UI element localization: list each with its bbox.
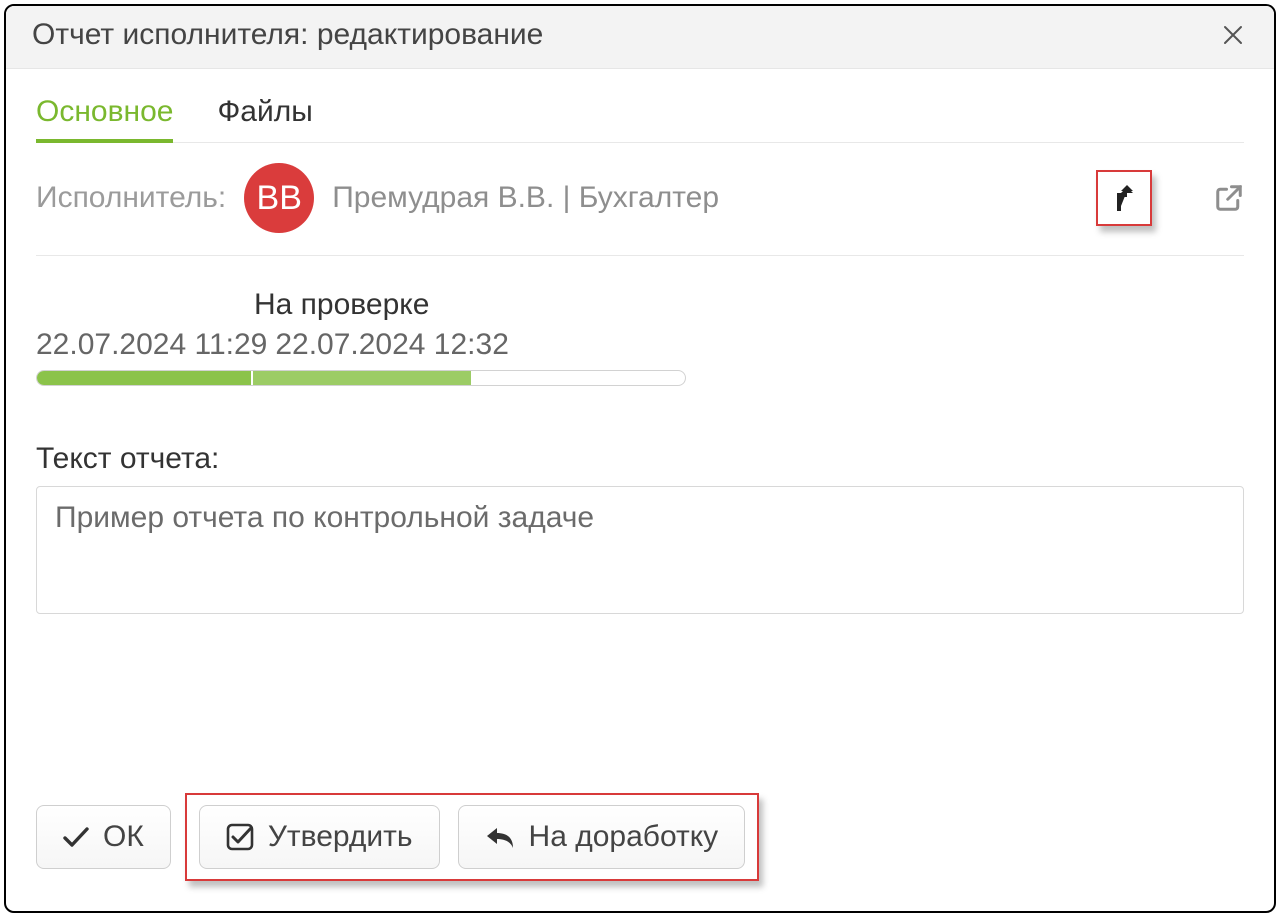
avatar: ВВ	[244, 163, 314, 233]
ok-button-label: ОК	[103, 820, 144, 854]
modal-dialog: Отчет исполнителя: редактирование Основн…	[4, 4, 1276, 913]
tabs: Основное Файлы	[36, 89, 1244, 143]
modal-body: Основное Файлы Исполнитель: ВВ Премудрая…	[6, 69, 1274, 773]
approve-button-label: Утвердить	[268, 820, 413, 854]
tab-main[interactable]: Основное	[36, 89, 173, 143]
tab-files[interactable]: Файлы	[217, 89, 312, 142]
executor-name: Премудрая В.В. | Бухгалтер	[332, 181, 719, 215]
decision-button-group: Утвердить На доработку	[185, 793, 759, 881]
escalate-button[interactable]	[1096, 170, 1152, 226]
report-label: Текст отчета:	[36, 442, 1244, 476]
close-icon	[1222, 24, 1244, 46]
revise-button[interactable]: На доработку	[458, 805, 746, 869]
external-link-icon	[1214, 183, 1244, 213]
status-dates: 22.07.2024 11:29 22.07.2024 12:32	[36, 328, 1244, 362]
ok-button[interactable]: ОК	[36, 805, 171, 869]
modal-title: Отчет исполнителя: редактирование	[32, 18, 543, 52]
footer: ОК Утвердить На доработку	[6, 773, 1274, 911]
check-icon	[63, 826, 89, 848]
status-date-start: 22.07.2024 11:29	[36, 328, 267, 362]
approve-button[interactable]: Утвердить	[199, 805, 440, 869]
progress-bar	[36, 370, 686, 386]
executor-label: Исполнитель:	[36, 181, 226, 215]
status-block: На проверке 22.07.2024 11:29 22.07.2024 …	[36, 256, 1244, 386]
status-label: На проверке	[254, 288, 429, 322]
executor-row: Исполнитель: ВВ Премудрая В.В. | Бухгалт…	[36, 143, 1244, 256]
checkbox-checked-icon	[226, 823, 254, 851]
modal-header: Отчет исполнителя: редактирование	[6, 6, 1274, 69]
progress-segment-1	[37, 371, 251, 385]
arrow-up-right-icon	[1111, 183, 1137, 213]
close-button[interactable]	[1218, 20, 1248, 50]
status-date-end: 22.07.2024 12:32	[275, 328, 509, 362]
progress-segment-2	[251, 371, 471, 385]
open-external-button[interactable]	[1214, 183, 1244, 213]
report-textarea[interactable]	[36, 486, 1244, 614]
progress-divider	[251, 371, 253, 385]
reply-icon	[485, 824, 515, 850]
revise-button-label: На доработку	[529, 820, 719, 854]
